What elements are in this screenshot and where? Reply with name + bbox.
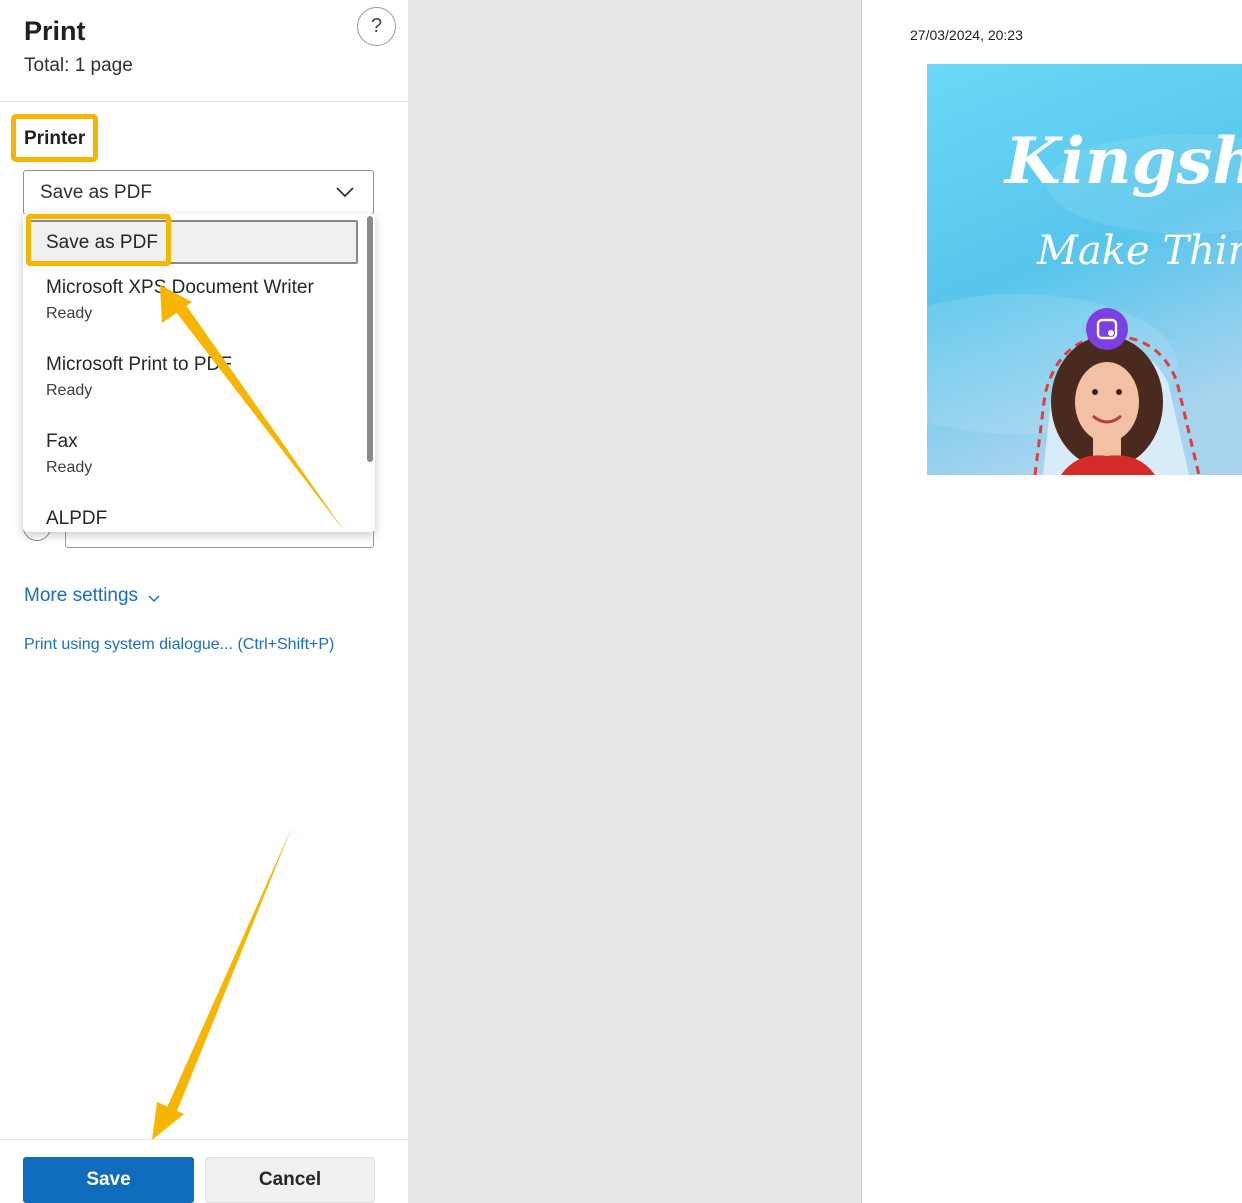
more-settings-label: More settings (24, 585, 139, 606)
printer-option-name: Microsoft Print to PDF (46, 354, 232, 375)
footer-divider (0, 1139, 408, 1140)
help-button[interactable]: ? (357, 7, 396, 46)
chevron-down-icon (148, 595, 160, 602)
more-settings-link[interactable]: More settings (24, 585, 160, 607)
banner-illustration: Kingsh Make Thing (927, 64, 1242, 475)
chevron-down-icon (336, 187, 354, 198)
printer-label-highlight (11, 114, 98, 162)
cancel-button[interactable]: Cancel (205, 1157, 375, 1203)
printer-option-name: Fax (46, 431, 78, 452)
page-title: Print (24, 16, 86, 46)
print-settings-panel: Print Total: 1 page ? Printer Save as PD… (0, 0, 408, 1203)
printer-option-print-to-pdf[interactable]: Microsoft Print to PDF Ready (23, 349, 363, 423)
banner-tagline: Make Thing (1036, 228, 1242, 274)
printer-option-name: Microsoft XPS Document Writer (46, 277, 314, 298)
ai-badge-icon (1086, 308, 1128, 350)
printer-option-status: Ready (46, 305, 93, 322)
printer-option-name: ALPDF (46, 508, 108, 529)
printer-option-alpdf[interactable]: ALPDF (23, 503, 363, 532)
print-preview-page: 27/03/2024, 20:23 Kingsh Make Thing (861, 0, 1242, 1203)
printer-option-fax[interactable]: Fax Ready (23, 426, 363, 500)
help-icon: ? (370, 15, 383, 37)
system-dialog-link[interactable]: Print using system dialogue... (Ctrl+Shi… (24, 636, 334, 654)
header-divider (0, 101, 408, 102)
banner-title: Kingsh (1003, 124, 1242, 199)
dropdown-scrollbar[interactable] (367, 216, 373, 462)
printer-select[interactable]: Save as PDF (23, 170, 374, 215)
page-header-date: 27/03/2024, 20:23 (910, 27, 1023, 43)
printer-option-xps[interactable]: Microsoft XPS Document Writer Ready (23, 272, 363, 346)
printer-select-value: Save as PDF (40, 182, 152, 203)
save-button[interactable]: Save (23, 1157, 194, 1203)
printer-option-status: Ready (46, 459, 93, 476)
printer-option-status: Ready (46, 382, 93, 399)
save-as-pdf-highlight (26, 214, 171, 266)
preview-banner-image: Kingsh Make Thing (927, 64, 1242, 475)
page-count: Total: 1 page (24, 55, 133, 76)
